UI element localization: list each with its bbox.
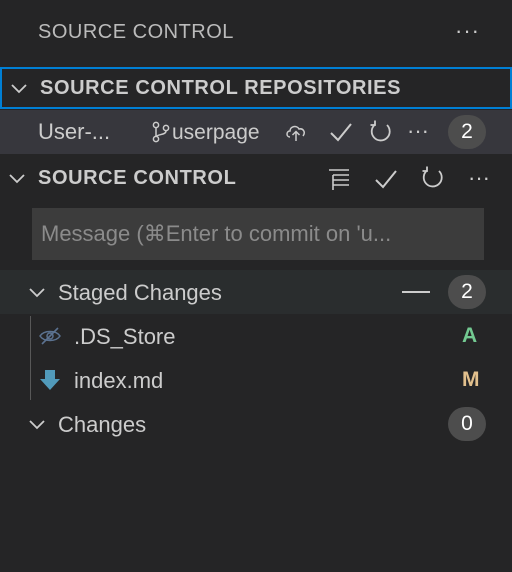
branch-name[interactable]: userpage bbox=[172, 121, 260, 145]
staged-changes-badge: 2 bbox=[448, 275, 486, 309]
source-control-more-actions-icon[interactable]: ··· bbox=[468, 165, 490, 191]
source-control-header-label: SOURCE CONTROL bbox=[38, 166, 237, 189]
file-status-modified: M bbox=[462, 368, 480, 391]
repository-changes-badge: 2 bbox=[448, 115, 486, 149]
chevron-down-icon bbox=[9, 174, 25, 184]
commit-check-icon[interactable] bbox=[373, 167, 399, 191]
git-branch-icon[interactable] bbox=[150, 120, 172, 144]
panel-more-actions-icon[interactable]: ··· bbox=[455, 18, 480, 44]
file-name: index.md bbox=[74, 368, 164, 393]
eye-closed-icon bbox=[39, 327, 61, 345]
markdown-arrow-icon bbox=[40, 370, 60, 390]
refresh-icon[interactable] bbox=[368, 119, 394, 145]
changes-badge: 0 bbox=[448, 407, 486, 441]
repository-name: User-... bbox=[38, 119, 111, 144]
refresh-icon[interactable] bbox=[420, 165, 446, 191]
staged-file-row[interactable]: .DS_Store A bbox=[0, 314, 512, 358]
panel-titlebar: SOURCE CONTROL ··· bbox=[0, 0, 512, 66]
file-status-added: A bbox=[462, 324, 478, 347]
commit-message-input[interactable]: Message (⌘Enter to commit on 'u... bbox=[32, 208, 484, 260]
source-control-repositories-header[interactable]: SOURCE CONTROL REPOSITORIES bbox=[0, 67, 512, 109]
staged-changes-label: Staged Changes bbox=[58, 280, 222, 305]
panel-title: SOURCE CONTROL bbox=[38, 21, 234, 43]
chevron-down-icon bbox=[29, 420, 45, 430]
commit-check-icon[interactable] bbox=[328, 120, 354, 144]
repository-row[interactable]: User-... userpage ··· 2 bbox=[0, 110, 512, 154]
changes-label: Changes bbox=[58, 412, 147, 437]
changes-group[interactable]: Changes 0 bbox=[0, 402, 512, 446]
staged-changes-group[interactable]: Staged Changes 2 bbox=[0, 270, 512, 314]
view-as-tree-icon[interactable] bbox=[327, 167, 351, 191]
cloud-upload-icon[interactable] bbox=[284, 121, 308, 143]
file-name: .DS_Store bbox=[74, 324, 176, 349]
chevron-down-icon bbox=[29, 288, 45, 298]
chevron-down-icon bbox=[11, 84, 27, 94]
unstage-all-icon[interactable] bbox=[400, 284, 432, 300]
staged-file-row[interactable]: index.md M bbox=[0, 358, 512, 402]
source-control-header[interactable]: SOURCE CONTROL ··· bbox=[0, 157, 512, 199]
repositories-header-label: SOURCE CONTROL REPOSITORIES bbox=[40, 76, 402, 99]
repository-more-actions-icon[interactable]: ··· bbox=[407, 118, 429, 144]
